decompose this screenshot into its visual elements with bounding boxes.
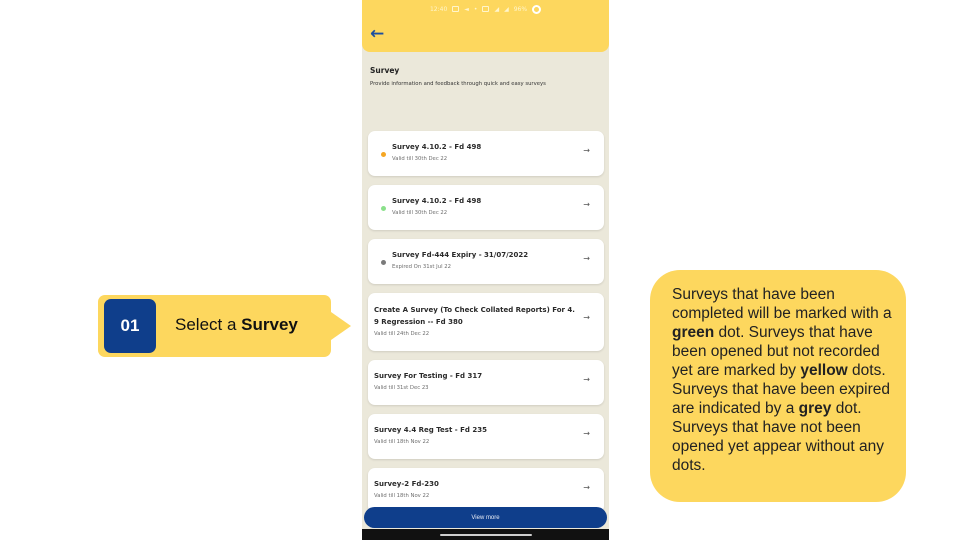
phone-screen: 12:40 ◄ • ◢ ◢ 96% ← Survey Provide infor… <box>362 0 609 540</box>
survey-card[interactable]: Survey 4.10.2 - Fd 498 Valid till 30th D… <box>368 131 604 176</box>
survey-title-line-2: 9 Regression -- Fd 380 <box>374 318 463 326</box>
arrow-right-icon: → <box>583 483 590 492</box>
info-text-grey: grey <box>798 400 832 417</box>
status-time: 12:40 <box>429 5 448 13</box>
survey-validity: Valid till 30th Dec 22 <box>392 210 448 216</box>
info-text-green: green <box>672 324 715 341</box>
survey-card[interactable]: Survey 4.10.2 - Fd 498 Valid till 30th D… <box>368 185 604 230</box>
step-callout: 01 Select a Survey <box>98 295 351 357</box>
survey-title-line-1: Create A Survey (To Check Collated Repor… <box>374 306 575 314</box>
survey-title: Survey 4.10.2 - Fd 498 <box>392 197 482 205</box>
survey-title: Survey Fd-444 Expiry - 31/07/2022 <box>392 251 529 259</box>
survey-card[interactable]: Survey Fd-444 Expiry - 31/07/2022 Expire… <box>368 239 604 284</box>
survey-validity: Valid till 18th Nov 22 <box>374 493 430 499</box>
system-nav-bar <box>362 529 609 540</box>
survey-title: Survey-2 Fd-230 <box>374 480 439 488</box>
page-title: Survey <box>370 66 400 75</box>
survey-title: Survey 4.4 Reg Test - Fd 235 <box>374 426 487 434</box>
view-more-button[interactable]: View more <box>364 507 607 528</box>
battery-percentage: 96% <box>513 5 528 13</box>
survey-validity: Valid till 31st Dec 23 <box>374 385 429 391</box>
arrow-right-icon: → <box>583 429 590 438</box>
arrow-right-icon: → <box>583 375 590 384</box>
step-number-badge: 01 <box>104 299 156 353</box>
survey-card[interactable]: Create A Survey (To Check Collated Repor… <box>368 293 604 351</box>
status-dot-yellow <box>381 152 386 157</box>
app-header: 12:40 ◄ • ◢ ◢ 96% ← <box>362 0 609 52</box>
dot-icon: • <box>473 5 478 13</box>
survey-validity: Valid till 24th Dec 22 <box>374 331 430 337</box>
send-icon: ◄ <box>464 5 469 13</box>
info-callout: Surveys that have been completed will be… <box>650 270 906 502</box>
info-text-1: Surveys that have been completed will be… <box>672 286 892 322</box>
notification-icon <box>452 6 460 12</box>
signal-icon: ◢ <box>504 5 509 13</box>
arrow-right-icon: → <box>583 200 590 209</box>
status-bar: 12:40 ◄ • ◢ ◢ 96% <box>362 2 609 16</box>
survey-card[interactable]: Survey For Testing - Fd 317 Valid till 3… <box>368 360 604 405</box>
arrow-right-icon: → <box>583 146 590 155</box>
status-dot-grey <box>381 260 386 265</box>
survey-card[interactable]: Survey 4.4 Reg Test - Fd 235 Valid till … <box>368 414 604 459</box>
survey-title: Survey For Testing - Fd 317 <box>374 372 483 380</box>
info-text-yellow: yellow <box>800 362 848 379</box>
battery-icon <box>532 4 542 14</box>
survey-validity: Expired On 31st Jul 22 <box>392 264 451 270</box>
survey-validity: Valid till 30th Dec 22 <box>392 156 448 162</box>
page-subtitle: Provide information and feedback through… <box>370 81 546 87</box>
status-dot-green <box>381 206 386 211</box>
callout-pointer <box>331 312 351 340</box>
wifi-icon: ◢ <box>494 5 500 13</box>
back-arrow-icon[interactable]: ← <box>370 25 388 43</box>
arrow-right-icon: → <box>583 313 590 322</box>
survey-validity: Valid till 18th Nov 22 <box>374 439 430 445</box>
step-instruction-prefix: Select a <box>175 315 242 334</box>
home-gesture-handle[interactable] <box>440 534 532 536</box>
step-instruction-bold: Survey <box>241 315 298 334</box>
survey-title: Survey 4.10.2 - Fd 498 <box>392 143 482 151</box>
alarm-icon <box>482 6 490 12</box>
step-instruction: Select a Survey <box>175 315 298 335</box>
arrow-right-icon: → <box>583 254 590 263</box>
